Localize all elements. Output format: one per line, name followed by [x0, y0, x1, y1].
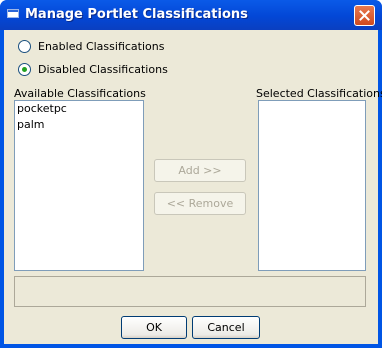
- disabled-classifications-radio[interactable]: Disabled Classifications: [18, 61, 168, 77]
- dialog-client-area: Enabled Classifications Disabled Classif…: [4, 30, 382, 344]
- window-icon: [7, 9, 19, 18]
- remove-button[interactable]: << Remove: [154, 192, 246, 215]
- list-item[interactable]: palm: [15, 117, 143, 133]
- ok-button[interactable]: OK: [121, 316, 187, 339]
- disabled-classifications-label: Disabled Classifications: [38, 62, 168, 76]
- enabled-classifications-radio[interactable]: Enabled Classifications: [18, 38, 164, 54]
- message-area: [14, 276, 366, 307]
- add-button[interactable]: Add >>: [154, 159, 246, 182]
- available-classifications-list[interactable]: pocketpc palm: [14, 100, 144, 271]
- available-classifications-label: Available Classifications: [14, 87, 146, 100]
- list-item[interactable]: pocketpc: [15, 101, 143, 117]
- selected-classifications-label: Selected Classifications: [256, 87, 382, 100]
- radio-circle-enabled[interactable]: [18, 39, 31, 53]
- radio-circle-disabled[interactable]: [18, 62, 31, 76]
- enabled-classifications-label: Enabled Classifications: [38, 39, 165, 53]
- close-button[interactable]: [354, 5, 375, 26]
- close-icon: [359, 10, 370, 21]
- selected-classifications-list[interactable]: [258, 100, 366, 271]
- dialog-window: Manage Portlet Classifications Enabled C…: [0, 0, 382, 348]
- title-bar[interactable]: Manage Portlet Classifications: [0, 0, 382, 30]
- cancel-button[interactable]: Cancel: [192, 316, 260, 339]
- window-title: Manage Portlet Classifications: [25, 7, 248, 22]
